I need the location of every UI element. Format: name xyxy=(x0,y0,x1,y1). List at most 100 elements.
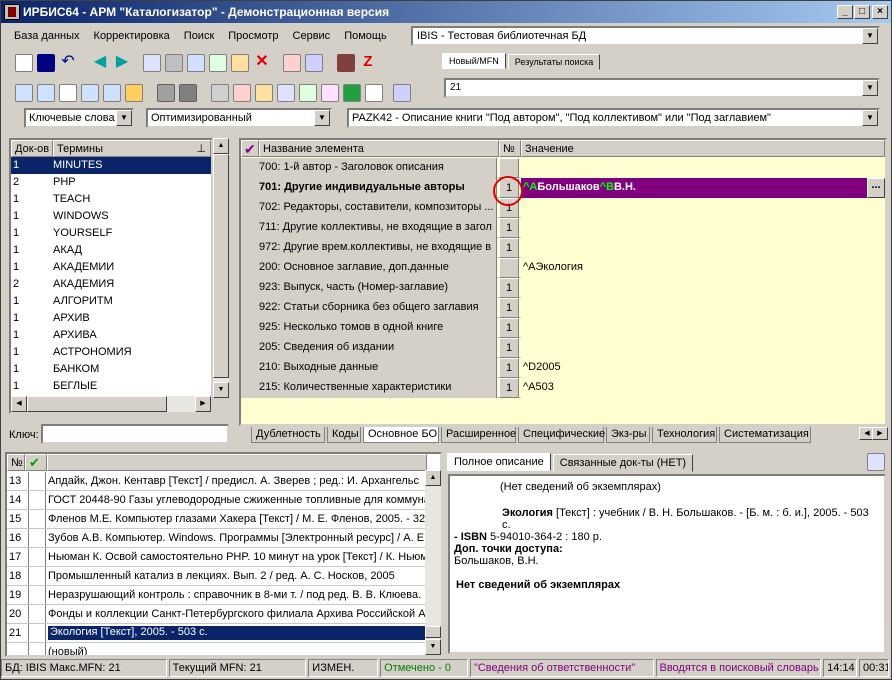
mfn-input[interactable]: 21 ▼ xyxy=(444,78,880,98)
doc-icon[interactable] xyxy=(277,84,295,102)
scroll-right-button[interactable]: ▶ xyxy=(195,396,211,412)
field-row[interactable]: 700: 1-й автор - Заголовок описания xyxy=(241,158,885,178)
result-check[interactable] xyxy=(28,529,46,547)
field-value[interactable] xyxy=(521,298,885,318)
field-row[interactable]: 210: Выходные данные 1 ^D2005 xyxy=(241,358,885,378)
chevron-down-icon[interactable]: ▼ xyxy=(314,110,330,126)
hand-icon[interactable] xyxy=(125,84,143,102)
menu-view[interactable]: Просмотр xyxy=(221,30,285,42)
tree-icon[interactable] xyxy=(209,54,227,72)
term-row[interactable]: 1 АКАД xyxy=(11,242,211,259)
database-select[interactable]: IBIS - Тестовая библиотечная БД ▼ xyxy=(411,26,880,46)
excel-icon[interactable] xyxy=(343,84,361,102)
scroll-down-button[interactable]: ▼ xyxy=(213,382,229,398)
result-check[interactable] xyxy=(28,624,46,642)
field-row[interactable]: 205: Сведения об издании 1 xyxy=(241,338,885,358)
barcode-icon[interactable] xyxy=(337,54,355,72)
next-record-icon[interactable]: ▶ xyxy=(113,54,131,72)
menu-service[interactable]: Сервис xyxy=(286,30,338,42)
scroll-left-button[interactable]: ◀ xyxy=(11,396,27,412)
key-input[interactable] xyxy=(41,424,229,444)
help-icon[interactable] xyxy=(393,84,411,102)
view-icon[interactable] xyxy=(157,84,175,102)
result-check[interactable] xyxy=(28,472,46,490)
field-row[interactable]: 702: Редакторы, составители, композиторы… xyxy=(241,198,885,218)
horizontal-scroll-thumb[interactable] xyxy=(27,396,167,412)
chevron-down-icon[interactable]: ▼ xyxy=(862,80,878,96)
print-description-icon[interactable] xyxy=(867,453,885,471)
term-row[interactable]: 1 MINUTES xyxy=(11,157,211,174)
export-file-icon[interactable] xyxy=(255,84,273,102)
worksheet-tab[interactable]: Систематизация xyxy=(719,427,811,443)
worksheet-tab[interactable]: Расширенное xyxy=(441,427,516,443)
word-icon[interactable] xyxy=(365,84,383,102)
field-value[interactable]: ^A503 xyxy=(521,378,885,398)
field-row[interactable]: 923: Выпуск, часть (Номер-заглавие) 1 xyxy=(241,278,885,298)
grid-icon[interactable] xyxy=(165,54,183,72)
search-type-select[interactable]: Ключевые слова ▼ xyxy=(24,108,134,128)
term-row[interactable]: 1 TEACH xyxy=(11,191,211,208)
field-value[interactable]: ^D2005 xyxy=(521,358,885,378)
terms-count-header[interactable]: Док-ов xyxy=(11,140,53,157)
field-row[interactable]: 215: Количественные характеристики 1 ^A503 xyxy=(241,378,885,398)
field-row[interactable]: 711: Другие коллективы, не входящие в за… xyxy=(241,218,885,238)
result-row[interactable]: 17 Ньюман К. Освой самостоятельно PHP. 10… xyxy=(7,548,440,567)
term-row[interactable]: 1 АЛГОРИТМ xyxy=(11,293,211,310)
z-icon[interactable]: Z xyxy=(359,54,377,72)
scroll-up-button[interactable]: ▲ xyxy=(425,470,441,486)
tab-search-results[interactable]: Результаты поиска xyxy=(507,54,601,70)
result-check[interactable] xyxy=(28,567,46,585)
copy-record-icon[interactable] xyxy=(143,54,161,72)
worksheet-tab[interactable]: Коды xyxy=(327,427,361,443)
field-value[interactable] xyxy=(521,158,885,178)
results-scroll-thumb[interactable] xyxy=(425,626,441,638)
field-value[interactable]: ^AЭкология xyxy=(521,258,885,278)
tab-new-mfn[interactable]: Новый/MFN xyxy=(442,53,506,69)
term-row[interactable]: 1 WINDOWS xyxy=(11,208,211,225)
tab-scroll-right[interactable]: ▶ xyxy=(872,427,888,440)
print-icon[interactable] xyxy=(211,84,229,102)
field-row[interactable]: 200: Основное заглавие, доп.данные ^AЭкол… xyxy=(241,258,885,278)
field-value[interactable] xyxy=(521,318,885,338)
edit-dots-button[interactable]: ... xyxy=(867,178,885,198)
field-value[interactable] xyxy=(521,278,885,298)
result-check[interactable] xyxy=(28,548,46,566)
close-button[interactable]: × xyxy=(872,5,888,19)
chevron-down-icon[interactable]: ▼ xyxy=(862,110,878,126)
chat-icon[interactable] xyxy=(81,84,99,102)
field-value[interactable] xyxy=(521,238,885,258)
field-row[interactable]: 922: Статьи сборника без общего заглавия… xyxy=(241,298,885,318)
tab-linked-docs[interactable]: Связанные док-ты (НЕТ) xyxy=(552,454,694,472)
chevron-down-icon[interactable]: ▼ xyxy=(116,110,132,126)
term-row[interactable]: 2 PHP xyxy=(11,174,211,191)
minimize-button[interactable]: _ xyxy=(837,5,853,19)
term-row[interactable]: 1 АРХИВ xyxy=(11,310,211,327)
folder-icon[interactable] xyxy=(179,84,197,102)
result-check[interactable] xyxy=(28,643,46,655)
menu-database[interactable]: База данных xyxy=(7,30,87,42)
field-value-header[interactable]: Значение xyxy=(521,140,885,157)
worksheet-tab[interactable]: Технология xyxy=(652,427,717,443)
result-check[interactable] xyxy=(28,510,46,528)
term-row[interactable]: 1 АРХИВА xyxy=(11,327,211,344)
save-icon[interactable] xyxy=(37,54,55,72)
scroll-up-button[interactable]: ▲ xyxy=(213,138,229,154)
search-mode-select[interactable]: Оптимизированный ▼ xyxy=(146,108,332,128)
worksheet-tab[interactable]: Дублетность xyxy=(251,427,325,443)
field-no-header[interactable]: № xyxy=(499,140,521,157)
result-check[interactable] xyxy=(28,586,46,604)
result-row[interactable]: 14 ГОСТ 20448-90 Газы углеводородные сжиж… xyxy=(7,491,440,510)
menu-help[interactable]: Помощь xyxy=(337,30,394,42)
term-row[interactable]: 2 АКАДЕМИЯ xyxy=(11,276,211,293)
term-row[interactable]: 1 БЕГЛЫЕ xyxy=(11,378,211,395)
worksheet-tab[interactable]: Специфические xyxy=(518,427,605,443)
results-no-header[interactable]: № xyxy=(7,454,25,471)
result-row[interactable]: (новый) xyxy=(7,643,440,655)
reply-icon[interactable] xyxy=(103,84,121,102)
field-value[interactable] xyxy=(521,198,885,218)
term-row[interactable]: 1 АКАДЕМИИ xyxy=(11,259,211,276)
chart-icon[interactable] xyxy=(321,84,339,102)
terms-term-header[interactable]: Термины ⊥ xyxy=(53,140,211,157)
delete-icon[interactable]: ✕ xyxy=(253,54,271,72)
message-icon[interactable] xyxy=(37,84,55,102)
